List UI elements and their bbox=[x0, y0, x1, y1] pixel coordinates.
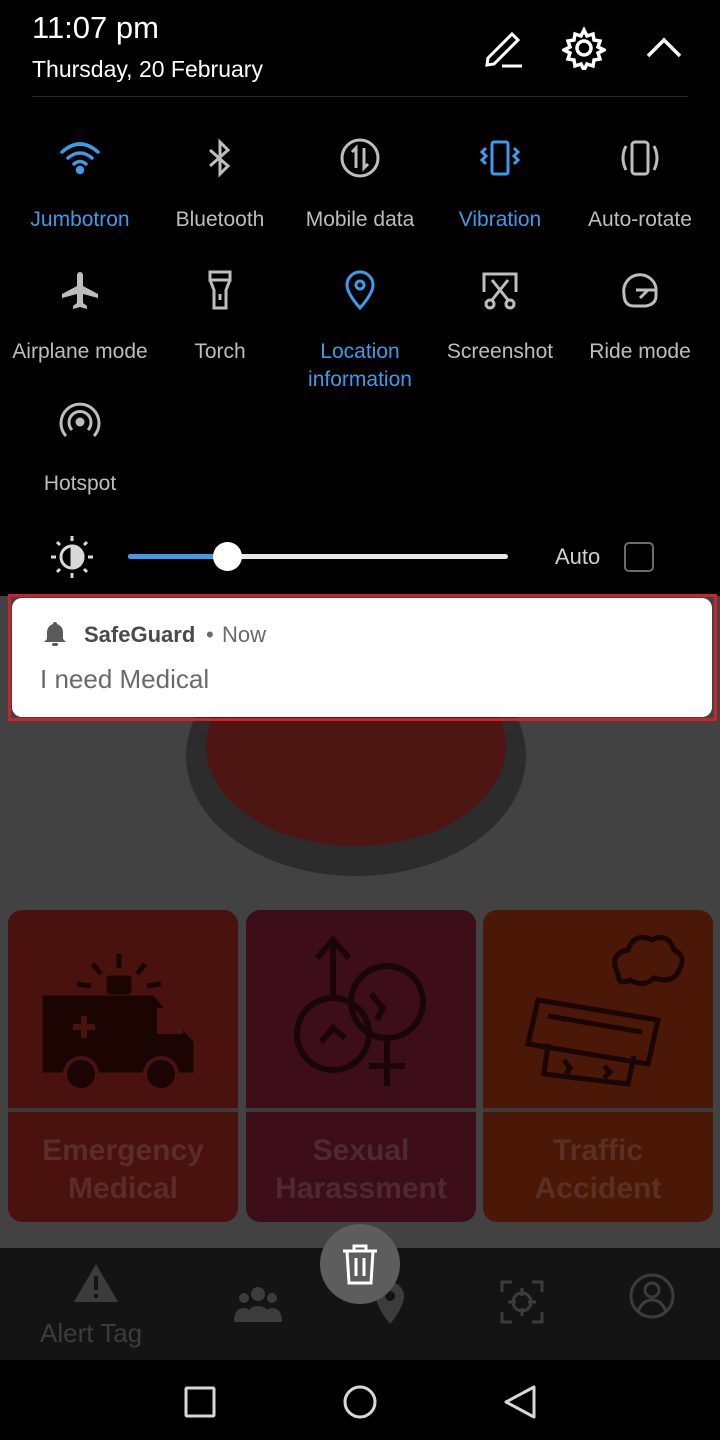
delete-button[interactable] bbox=[320, 1224, 400, 1304]
back-button[interactable] bbox=[498, 1380, 542, 1424]
settings-icon[interactable] bbox=[560, 26, 608, 74]
brightness-icon bbox=[48, 533, 96, 581]
tile-bluetooth-label: Bluetooth bbox=[175, 208, 265, 231]
sexual-harassment-label: Sexual Harassment bbox=[275, 1134, 447, 1205]
tile-bluetooth[interactable]: Bluetooth bbox=[150, 136, 290, 234]
system-nav-bar bbox=[0, 1360, 720, 1440]
tile-screenshot[interactable]: Screenshot bbox=[430, 268, 570, 366]
background-app: Emergency Medical Sexual Harassment Traf… bbox=[0, 596, 720, 1440]
tile-torch[interactable]: Torch bbox=[150, 268, 290, 366]
sexual-harassment-card[interactable]: Sexual Harassment bbox=[246, 910, 476, 1222]
notification-highlight bbox=[8, 594, 717, 721]
target-icon[interactable] bbox=[498, 1278, 546, 1331]
home-button[interactable] bbox=[338, 1380, 382, 1424]
auto-brightness-label: Auto bbox=[555, 544, 601, 569]
gender-symbols-icon bbox=[246, 910, 476, 1108]
bluetooth-icon bbox=[198, 136, 242, 180]
tile-hotspot-label: Hotspot bbox=[43, 472, 117, 495]
traffic-accident-card[interactable]: Traffic Accident bbox=[483, 910, 713, 1222]
clock-date: Thursday, 20 February bbox=[32, 56, 263, 82]
emergency-medical-card[interactable]: Emergency Medical bbox=[8, 910, 238, 1222]
emergency-medical-label: Emergency Medical bbox=[42, 1134, 204, 1205]
torch-icon bbox=[198, 268, 242, 312]
header-divider bbox=[32, 96, 688, 97]
group-icon[interactable] bbox=[234, 1278, 282, 1331]
tile-mobile-data[interactable]: Mobile data bbox=[290, 136, 430, 234]
clock-time: 11:07 pm bbox=[32, 10, 159, 45]
tile-wifi-label: Jumbotron bbox=[30, 208, 130, 231]
ambulance-icon bbox=[8, 910, 238, 1108]
trash-icon bbox=[343, 1244, 377, 1285]
square-icon bbox=[184, 1386, 216, 1418]
tile-screenshot-label: Screenshot bbox=[446, 340, 554, 363]
auto-brightness-checkbox[interactable] bbox=[624, 542, 654, 572]
tile-auto-rotate[interactable]: Auto-rotate bbox=[570, 136, 710, 234]
tile-vibration-label: Vibration bbox=[458, 208, 542, 231]
tile-location[interactable]: Location information bbox=[290, 268, 430, 394]
alert-tag-label: Alert Tag bbox=[40, 1318, 143, 1348]
tile-ride-mode-label: Ride mode bbox=[589, 340, 691, 363]
alert-tag-icon[interactable] bbox=[72, 1260, 120, 1313]
brightness-slider-fill bbox=[128, 554, 227, 559]
tile-wifi[interactable]: Jumbotron bbox=[10, 136, 150, 234]
edit-icon[interactable] bbox=[482, 26, 526, 70]
overturned-car-icon bbox=[483, 910, 713, 1108]
brightness-slider-thumb[interactable] bbox=[212, 542, 242, 571]
circle-icon bbox=[343, 1385, 377, 1419]
brightness-slider[interactable] bbox=[128, 542, 508, 571]
mobile-data-icon bbox=[338, 136, 382, 180]
traffic-accident-label: Traffic Accident bbox=[534, 1134, 662, 1205]
airplane-icon bbox=[58, 268, 102, 312]
tile-vibration[interactable]: Vibration bbox=[430, 136, 570, 234]
tile-auto-rotate-label: Auto-rotate bbox=[588, 208, 692, 231]
auto-rotate-icon bbox=[618, 136, 662, 180]
wifi-icon bbox=[58, 136, 102, 180]
tile-torch-label: Torch bbox=[194, 340, 246, 363]
screenshot-icon bbox=[478, 268, 522, 312]
location-icon bbox=[338, 268, 382, 312]
tile-airplane-label: Airplane mode bbox=[12, 340, 148, 363]
ride-mode-icon bbox=[618, 268, 662, 312]
tile-hotspot[interactable]: Hotspot bbox=[10, 400, 150, 498]
recents-button[interactable] bbox=[178, 1380, 222, 1424]
collapse-icon[interactable] bbox=[642, 26, 686, 70]
tile-airplane[interactable]: Airplane mode bbox=[10, 268, 150, 366]
tile-ride-mode[interactable]: Ride mode bbox=[570, 268, 710, 366]
vibration-icon bbox=[478, 136, 522, 180]
tile-location-label: Location information bbox=[308, 340, 412, 391]
tile-mobile-data-label: Mobile data bbox=[305, 208, 415, 231]
profile-icon[interactable] bbox=[628, 1272, 676, 1325]
back-triangle-icon bbox=[504, 1385, 536, 1419]
notification-shade: 11:07 pm Thursday, 20 February Jumbotron… bbox=[0, 0, 720, 596]
hotspot-icon bbox=[58, 400, 102, 444]
